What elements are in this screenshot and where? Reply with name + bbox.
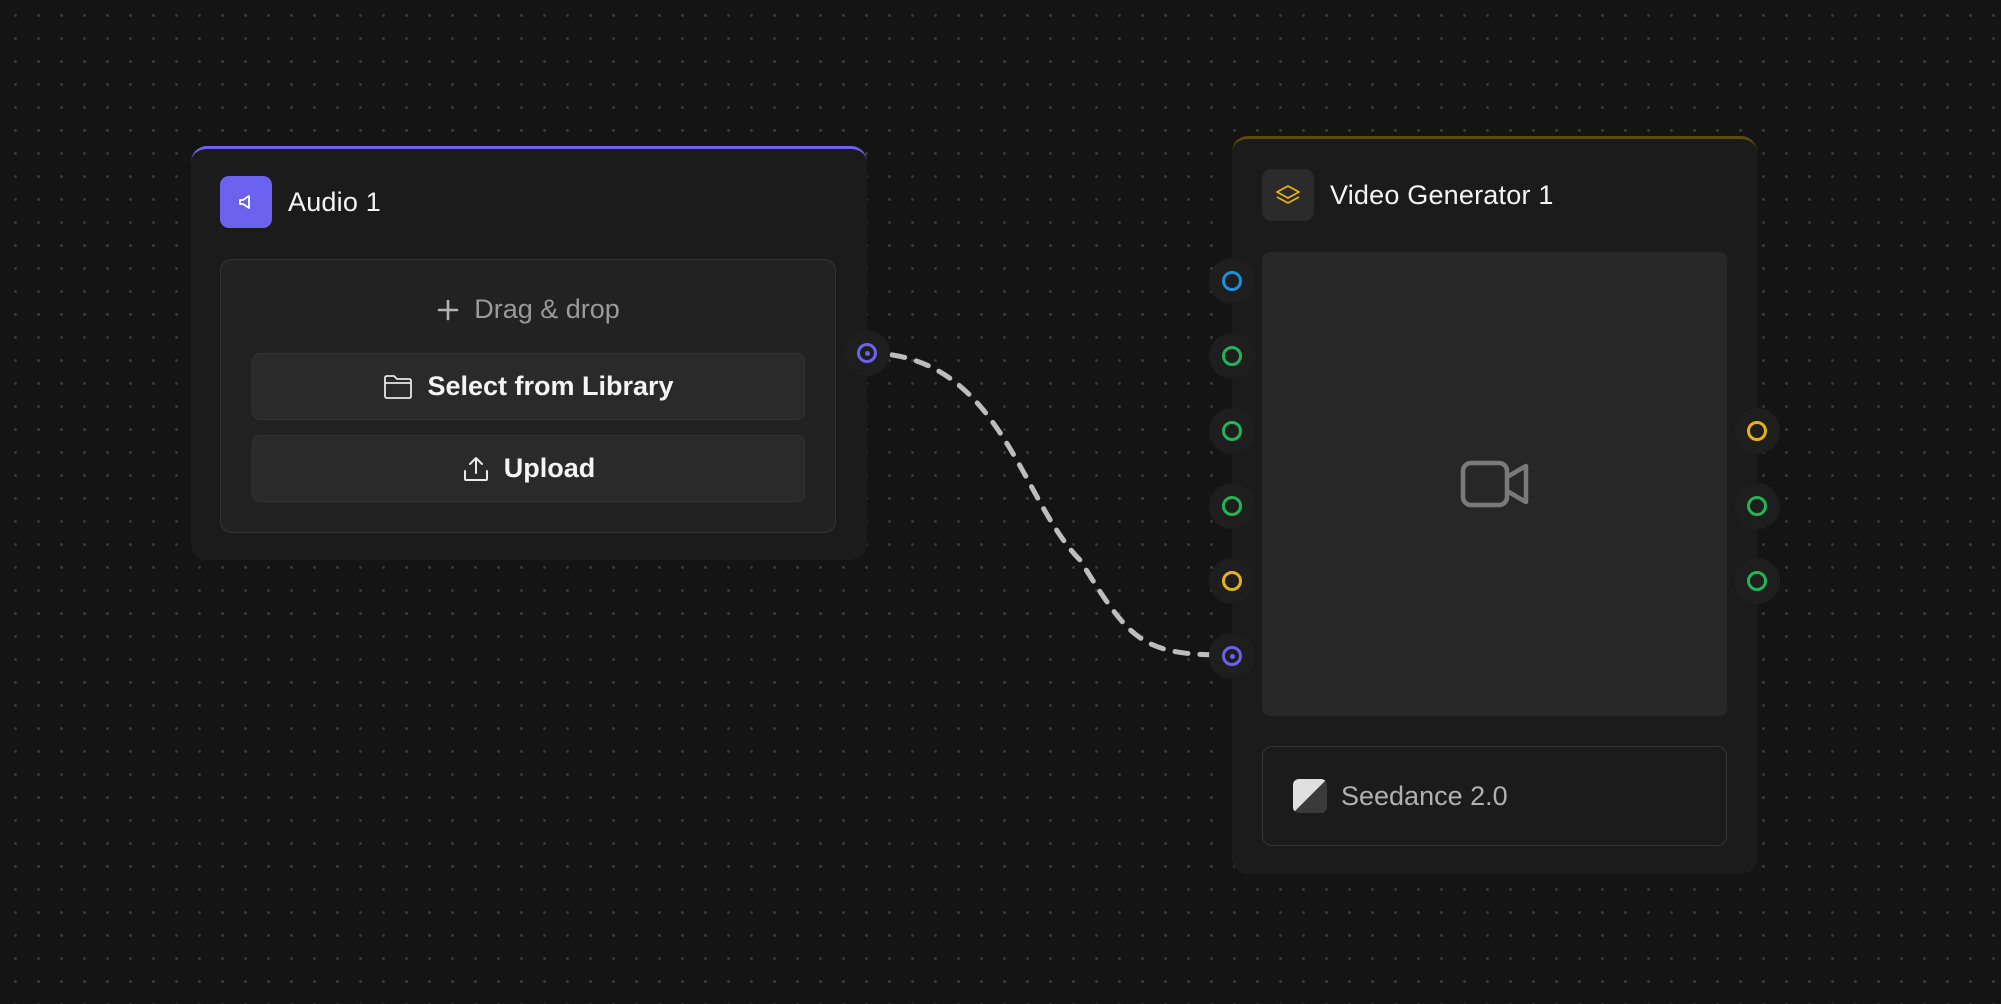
video-preview-area: [1262, 252, 1727, 716]
input-port-video[interactable]: [1209, 558, 1255, 604]
drag-drop-label: Drag & drop: [474, 294, 620, 324]
output-port-image-1[interactable]: [1734, 483, 1780, 529]
video-node-title: Video Generator 1: [1330, 179, 1554, 210]
input-port-audio[interactable]: [1209, 633, 1255, 679]
audio-node-header[interactable]: Audio 1: [220, 176, 381, 228]
layers-icon: [1262, 169, 1314, 221]
video-generator-node[interactable]: Video Generator 1 Seedance 2.0: [1232, 136, 1757, 874]
speaker-icon: [220, 176, 272, 228]
input-port-image-1[interactable]: [1209, 333, 1255, 379]
plus-icon: [437, 299, 459, 320]
audio-output-port[interactable]: [844, 330, 890, 376]
video-node-header[interactable]: Video Generator 1: [1262, 169, 1554, 221]
audio-node[interactable]: Audio 1 Drag & drop Select from Library …: [191, 146, 867, 560]
video-camera-icon: [1460, 460, 1528, 508]
select-from-library-button[interactable]: Select from Library: [252, 353, 805, 420]
upload-icon: [463, 456, 488, 481]
audio-node-title: Audio 1: [288, 186, 381, 217]
input-port-text[interactable]: [1209, 258, 1255, 304]
upload-label: Upload: [503, 453, 596, 483]
model-logo-icon: [1293, 779, 1327, 813]
input-port-image-3[interactable]: [1209, 483, 1255, 529]
input-port-image-2[interactable]: [1209, 408, 1255, 454]
output-port-image-2[interactable]: [1734, 558, 1780, 604]
select-from-library-label: Select from Library: [427, 371, 674, 401]
model-selector[interactable]: Seedance 2.0: [1262, 746, 1727, 846]
folder-icon: [384, 374, 413, 399]
node-canvas[interactable]: Audio 1 Drag & drop Select from Library …: [0, 0, 2001, 1004]
audio-drop-zone[interactable]: Drag & drop Select from Library Upload: [220, 259, 836, 533]
drag-drop-hint: Drag & drop: [221, 294, 835, 325]
output-port-video[interactable]: [1734, 408, 1780, 454]
upload-button[interactable]: Upload: [252, 435, 805, 502]
model-label: Seedance 2.0: [1341, 780, 1508, 811]
